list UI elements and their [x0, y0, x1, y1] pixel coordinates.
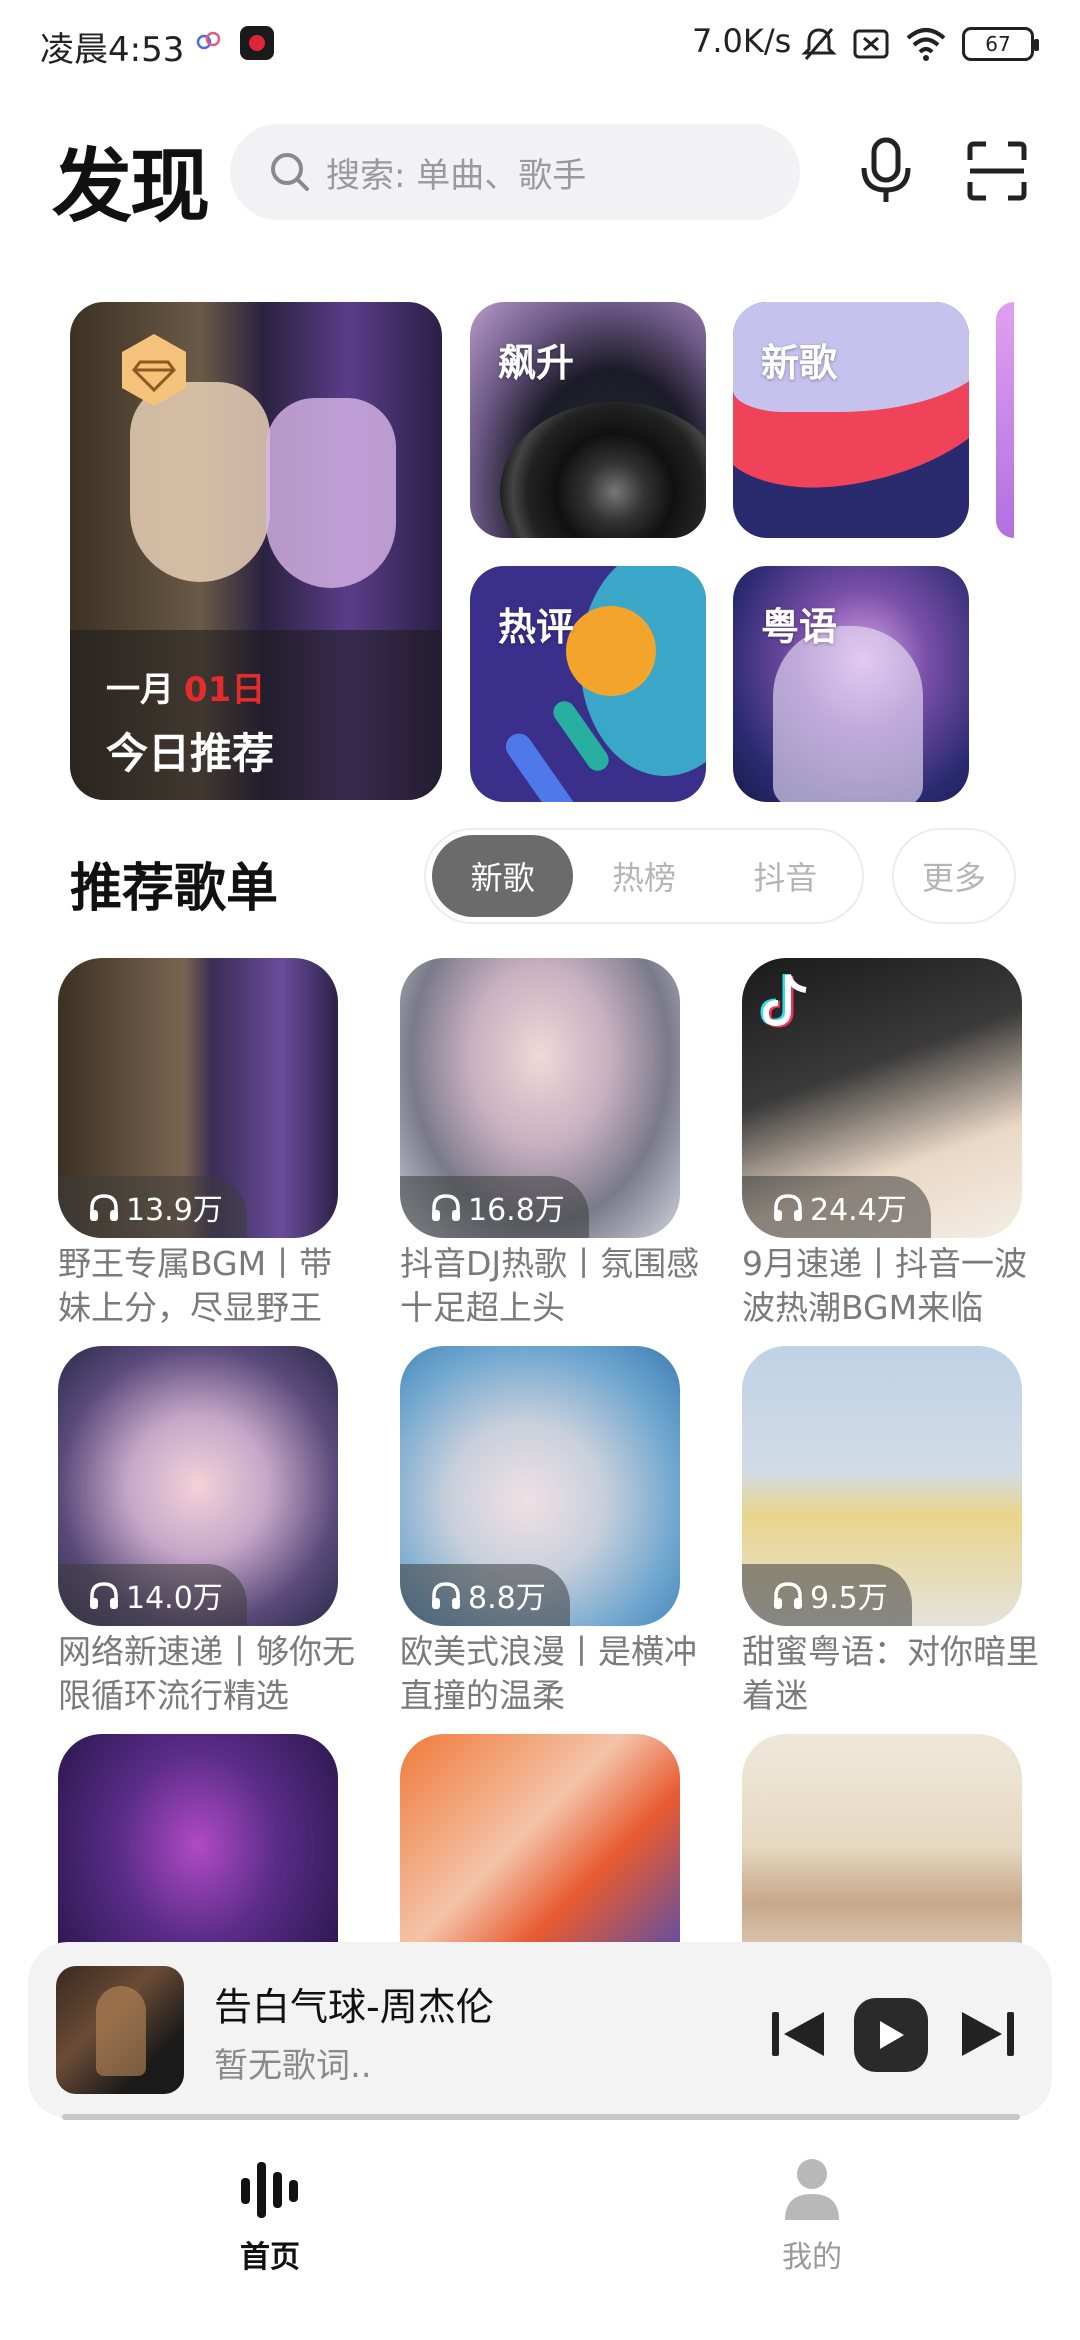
- playlist-cover: 24.4万: [742, 958, 1022, 1238]
- play-count: 8.8万: [400, 1564, 570, 1626]
- net-speed: 7.0K/s: [692, 22, 792, 60]
- search-icon: [271, 153, 309, 191]
- playlist-title: 欧美式浪漫丨是横冲直撞的温柔: [400, 1632, 697, 1715]
- nav-home-label: 首页: [240, 2240, 300, 2275]
- battery-indicator: 67: [962, 27, 1039, 61]
- cloud-sync-icon: [196, 31, 221, 50]
- tile-label: 新歌: [761, 341, 838, 385]
- next-track-icon[interactable]: [958, 2008, 1018, 2060]
- play-count: 14.0万: [58, 1564, 247, 1626]
- playlist-title: 甜蜜粤语：对你暗里着迷: [742, 1632, 1039, 1715]
- play-count: 13.9万: [58, 1176, 247, 1238]
- play-count: 24.4万: [742, 1176, 931, 1238]
- search-placeholder: 搜索: 单曲、歌手: [326, 155, 587, 196]
- playlist-title: 网络新速递丨够你无限循环流行精选: [58, 1632, 355, 1715]
- status-bar: 凌晨4:53 7.0K/s 67: [0, 0, 1080, 90]
- cover-art: [130, 382, 270, 582]
- headphones-icon: [774, 1194, 802, 1221]
- headphones-icon: [90, 1194, 118, 1221]
- wifi-icon: [906, 28, 946, 61]
- nav-me[interactable]: 我的: [712, 2154, 912, 2276]
- scan-icon[interactable]: [966, 140, 1028, 202]
- now-playing-title: 告白气球-周杰伦: [214, 1985, 494, 2029]
- music-app-notification-icon: [240, 26, 274, 60]
- bottom-nav: 首页 我的: [0, 2130, 1080, 2340]
- page-title: 发现: [52, 140, 210, 233]
- now-playing-album-art[interactable]: [56, 1966, 184, 2094]
- user-icon: [785, 2159, 839, 2220]
- hero-month: 一月: [106, 670, 174, 710]
- playlist-title: 9月速递丨抖音一波波热潮BGM来临: [742, 1244, 1027, 1327]
- tab-hot[interactable]: 热榜: [573, 835, 714, 917]
- more-button[interactable]: 更多: [892, 828, 1016, 924]
- headphones-icon: [432, 1582, 460, 1609]
- battery-level: 67: [985, 32, 1011, 56]
- chart-tile-rising[interactable]: 飙升: [470, 302, 706, 538]
- section-title: 推荐歌单: [70, 859, 279, 919]
- headphones-icon: [90, 1582, 118, 1609]
- playlist-card[interactable]: 13.9万 野王专属BGM丨带妹上分，尽显野王: [58, 958, 338, 1330]
- chart-tile-hot-comments[interactable]: 热评: [470, 566, 706, 802]
- tile-label: 粤语: [761, 605, 838, 649]
- tab-douyin[interactable]: 抖音: [715, 835, 856, 917]
- no-sim-icon: [853, 29, 889, 59]
- play-count: 16.8万: [400, 1176, 589, 1238]
- nav-home[interactable]: 首页: [170, 2154, 370, 2276]
- playlist-cover: 13.9万: [58, 958, 338, 1238]
- play-icon: [880, 2021, 904, 2049]
- playlist-card[interactable]: 9.5万 甜蜜粤语：对你暗里着迷: [742, 1346, 1039, 1718]
- douyin-logo-icon: [760, 973, 807, 1028]
- playlist-title: 野王专属BGM丨带妹上分，尽显野王: [58, 1244, 333, 1327]
- play-count: 9.5万: [742, 1564, 912, 1626]
- status-time: 凌晨4:53: [40, 30, 185, 70]
- diamond-vip-icon: [122, 334, 186, 406]
- nav-me-label: 我的: [782, 2240, 842, 2275]
- mini-player[interactable]: 告白气球-周杰伦 暂无歌词..: [28, 1942, 1052, 2118]
- daily-recommend-card[interactable]: 一月 01日 今日推荐: [70, 302, 442, 800]
- equalizer-icon: [241, 2162, 298, 2218]
- chart-tile-partial[interactable]: [996, 302, 1014, 538]
- microphone-icon[interactable]: [858, 136, 914, 206]
- playlist-card[interactable]: 8.8万 欧美式浪漫丨是横冲直撞的温柔: [400, 1346, 697, 1718]
- play-button[interactable]: [854, 1998, 928, 2072]
- playlist-card[interactable]: 24.4万 9月速递丨抖音一波波热潮BGM来临: [742, 958, 1027, 1330]
- hero-date: 一月 01日: [106, 662, 265, 711]
- tile-label: 飙升: [498, 341, 575, 385]
- hero-day: 01日: [184, 670, 266, 710]
- playlist-card[interactable]: 14.0万 网络新速递丨够你无限循环流行精选: [58, 1346, 355, 1718]
- playlist-tabs: 新歌 热榜 抖音: [424, 828, 864, 924]
- hero-label: 今日推荐: [106, 729, 275, 778]
- playlist-cover: 9.5万: [742, 1346, 1022, 1626]
- headphones-icon: [432, 1194, 460, 1221]
- previous-track-icon[interactable]: [768, 2008, 828, 2060]
- status-icons: 67: [800, 24, 1039, 64]
- tile-label: 热评: [498, 605, 575, 649]
- bell-muted-icon: [801, 28, 837, 60]
- headphones-icon: [774, 1582, 802, 1609]
- cover-art: [266, 398, 396, 588]
- playlist-title: 抖音DJ热歌丨氛围感十足超上头: [400, 1244, 700, 1327]
- chart-tile-cantonese[interactable]: 粤语: [733, 566, 969, 802]
- playback-progress-bar[interactable]: [62, 2114, 1020, 2120]
- now-playing-lyrics: 暂无歌词..: [214, 2046, 372, 2086]
- chart-tile-new[interactable]: 新歌: [733, 302, 969, 538]
- playlist-cover: 14.0万: [58, 1346, 338, 1626]
- tab-new[interactable]: 新歌: [432, 835, 574, 917]
- playlist-cover: 16.8万: [400, 958, 680, 1238]
- playlist-card[interactable]: 16.8万 抖音DJ热歌丨氛围感十足超上头: [400, 958, 699, 1330]
- search-input[interactable]: 搜索: 单曲、歌手: [230, 124, 800, 220]
- playlist-cover: 8.8万: [400, 1346, 680, 1626]
